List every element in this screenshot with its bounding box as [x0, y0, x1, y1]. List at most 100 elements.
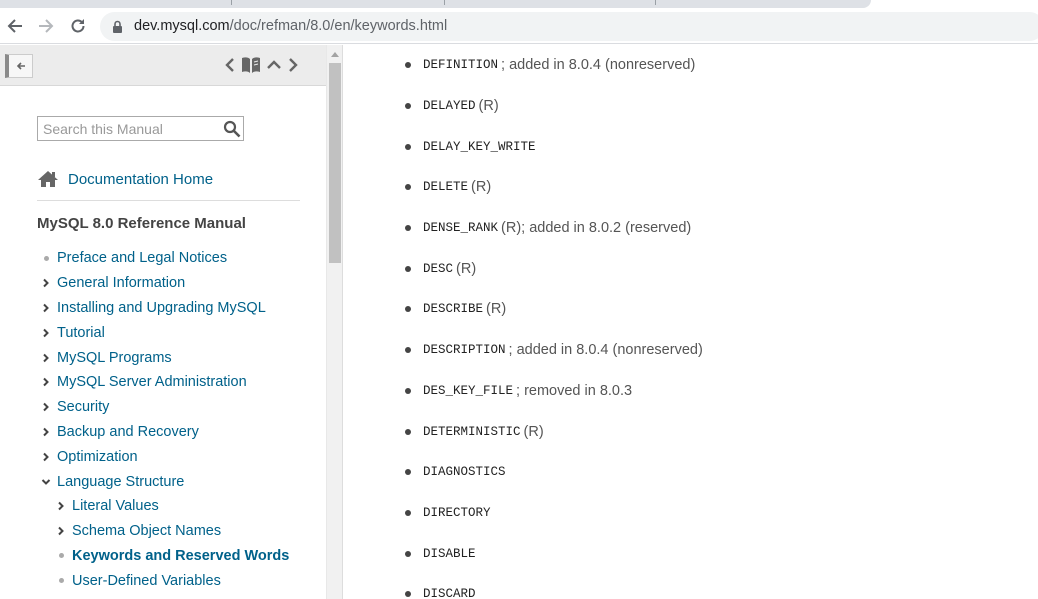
toc-item[interactable]: User-Defined Variables — [56, 568, 289, 593]
keyword-code: DIRECTORY — [423, 505, 491, 520]
keyword-item: DEFINITION; added in 8.0.4 (nonreserved) — [405, 45, 703, 86]
bullet-dot — [405, 387, 411, 394]
toc-item-label: Preface and Legal Notices — [57, 250, 228, 267]
bullet-dot — [405, 225, 411, 232]
address-bar[interactable]: dev.mysql.com/doc/refman/8.0/en/keywords… — [100, 12, 1038, 41]
up-level-button[interactable] — [266, 59, 282, 71]
browser-toolbar: dev.mysql.com/doc/refman/8.0/en/keywords… — [0, 9, 1038, 44]
keyword-code: DELAYED — [423, 99, 476, 114]
toc-item-label: MySQL Programs — [57, 349, 172, 366]
forward-button[interactable] — [33, 13, 59, 39]
keyword-note: ; removed in 8.0.3 — [516, 382, 633, 399]
sidebar: Documentation Home MySQL 8.0 Reference M… — [0, 45, 326, 599]
keyword-code: DELETE — [423, 180, 469, 195]
bullet-dot — [405, 550, 411, 557]
toc-item[interactable]: Schema Object Names — [56, 519, 289, 544]
tab-separator — [444, 0, 445, 5]
tab-separator — [231, 0, 232, 5]
bullet-dot — [59, 578, 64, 584]
keyword-item: DENSE_RANK (R); added in 8.0.2 (reserved… — [405, 208, 703, 249]
keyword-item: DELAYED (R) — [405, 86, 703, 127]
sidebar-toolbar — [0, 45, 326, 86]
toc-item-label: User-Defined Variables — [72, 572, 221, 589]
book-icon — [242, 57, 260, 73]
next-page-button[interactable] — [287, 57, 299, 73]
toc-item[interactable]: MySQL Server Administration — [41, 370, 289, 395]
chevron-right-icon — [41, 303, 57, 313]
toc-item[interactable]: Security — [41, 395, 289, 420]
keyword-note: (R) — [478, 98, 499, 115]
keyword-item: DIRECTORY — [405, 493, 703, 534]
toc-item[interactable]: Tutorial — [41, 320, 289, 345]
bullet-icon — [56, 578, 72, 584]
keyword-code: DENSE_RANK — [423, 221, 499, 236]
keyword-note: ; added in 8.0.4 (nonreserved) — [508, 342, 703, 359]
chevron-right-icon — [41, 377, 57, 387]
keyword-item: DELETE (R) — [405, 167, 703, 208]
toc-item[interactable]: MySQL Programs — [41, 345, 289, 370]
chevron-right-icon — [41, 278, 57, 288]
chevron-down-icon — [41, 477, 57, 487]
toc-item[interactable]: Literal Values — [56, 494, 289, 519]
bullet-dot — [405, 591, 411, 598]
search-input[interactable] — [43, 120, 218, 138]
chevron-right-icon — [56, 501, 72, 511]
manual-search-box — [37, 116, 244, 141]
chevron-right-icon — [56, 526, 72, 536]
toc-item[interactable]: Language Structure — [41, 469, 289, 494]
toc-item-label: MySQL Server Administration — [57, 374, 247, 391]
keyword-code: DEFINITION — [423, 58, 499, 73]
keyword-item: DIAGNOSTICS — [405, 452, 703, 493]
toc-item-label: Security — [57, 399, 110, 416]
chevron-right-icon — [41, 353, 57, 363]
bullet-dot — [405, 265, 411, 272]
manual-nav-icons — [224, 55, 299, 75]
bullet-dot — [44, 255, 49, 261]
chevron-right-icon — [41, 328, 57, 338]
sidebar-scrollbar[interactable] — [326, 45, 343, 599]
arrow-left-icon — [16, 62, 25, 70]
keyword-note: (R) — [471, 179, 492, 196]
keyword-item: DISABLE — [405, 533, 703, 574]
keyword-code: DESCRIPTION — [423, 343, 506, 358]
keyword-note: (R) — [456, 260, 477, 277]
scrollbar-thumb[interactable] — [329, 63, 341, 263]
search-button[interactable] — [221, 118, 242, 139]
sidebar-collapse-button[interactable] — [5, 54, 33, 78]
bullet-dot — [405, 428, 411, 435]
reload-icon — [71, 19, 85, 33]
chevron-right-icon — [41, 452, 57, 462]
keyword-code: DISCARD — [423, 587, 476, 599]
toc-item-label: Language Structure — [57, 473, 185, 490]
bullet-dot — [405, 184, 411, 191]
arrow-right-icon — [39, 19, 54, 33]
reload-button[interactable] — [65, 13, 91, 39]
toc-item-label: Schema Object Names — [72, 523, 222, 540]
toc-item[interactable]: Installing and Upgrading MySQL — [41, 296, 289, 321]
toc-item-label: General Information — [57, 275, 186, 292]
keyword-item: DES_KEY_FILE; removed in 8.0.3 — [405, 371, 703, 412]
toc-item[interactable]: Backup and Recovery — [41, 420, 289, 445]
manual-toc-button[interactable] — [241, 55, 261, 75]
bullet-dot — [405, 306, 411, 313]
bullet-dot — [405, 143, 411, 150]
prev-page-button[interactable] — [224, 57, 236, 73]
toc-item[interactable]: Optimization — [41, 444, 289, 469]
home-icon — [38, 171, 58, 187]
back-button[interactable] — [2, 13, 28, 39]
toc-item[interactable]: Keywords and Reserved Words — [56, 544, 289, 569]
manual-title: MySQL 8.0 Reference Manual — [37, 215, 246, 232]
bullet-icon — [41, 255, 57, 261]
keyword-item: DETERMINISTIC (R) — [405, 411, 703, 452]
url-host: dev.mysql.com — [134, 18, 230, 34]
url-text: dev.mysql.com/doc/refman/8.0/en/keywords… — [134, 18, 447, 34]
toc-item[interactable]: General Information — [41, 271, 289, 296]
keyword-item: DESCRIPTION; added in 8.0.4 (nonreserved… — [405, 330, 703, 371]
keyword-note: (R); added in 8.0.2 (reserved) — [501, 220, 692, 237]
main-content: DEFINITION; added in 8.0.4 (nonreserved)… — [343, 45, 1038, 599]
bullet-dot — [59, 553, 64, 559]
documentation-home-link[interactable]: Documentation Home — [37, 170, 213, 188]
tab-separator — [655, 0, 656, 5]
toc-item[interactable]: Preface and Legal Notices — [41, 246, 289, 271]
scroll-up-arrow[interactable] — [331, 52, 339, 57]
